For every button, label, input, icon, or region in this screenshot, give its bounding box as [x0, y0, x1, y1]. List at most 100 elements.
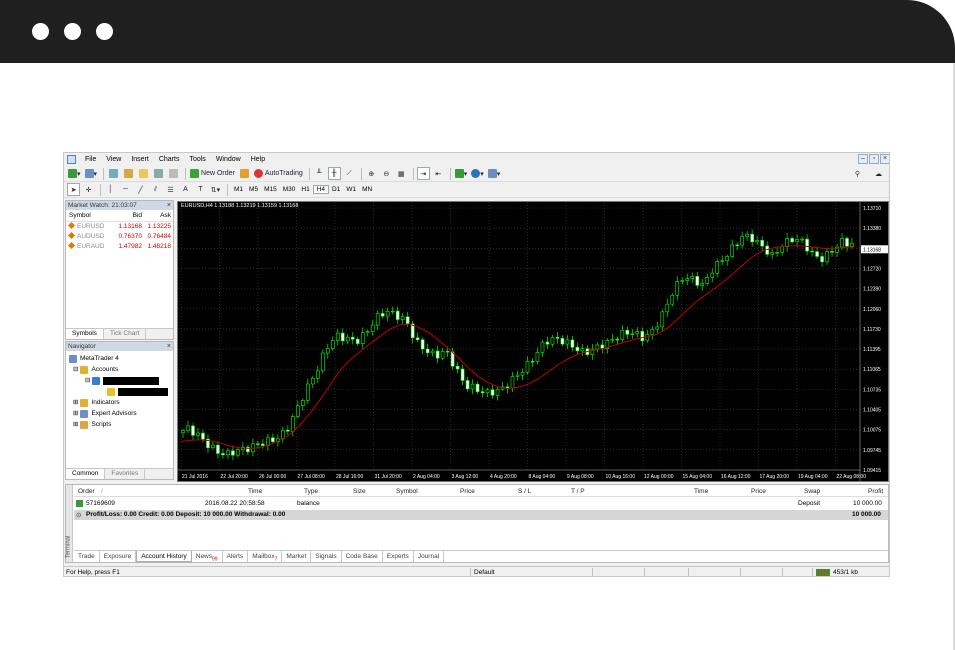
window-dot-icon[interactable] — [64, 23, 81, 40]
price-chart[interactable]: 1.137101.133801.130501.127201.123901.120… — [177, 201, 889, 482]
chart-shift-icon[interactable]: ⇥ — [416, 167, 430, 180]
tab-tick-chart[interactable]: Tick Chart — [104, 329, 147, 339]
tab-trade[interactable]: Trade — [74, 551, 100, 562]
text-label-icon[interactable]: T — [194, 183, 207, 196]
column-sl[interactable]: S / L — [518, 488, 531, 495]
zoom-in-icon[interactable]: ⊕ — [365, 167, 378, 180]
market-watch-icon[interactable] — [107, 167, 120, 180]
tab-account-history[interactable]: Account History — [136, 551, 192, 562]
collapse-icon[interactable]: ⊟ — [85, 375, 90, 386]
column-price[interactable]: Price — [460, 488, 475, 495]
new-order-button[interactable]: New Order — [189, 167, 236, 180]
timeframe-h1[interactable]: H1 — [298, 186, 312, 193]
new-chart-icon[interactable]: ▾ — [67, 167, 82, 180]
tab-exposure[interactable]: Exposure — [100, 551, 137, 562]
fibonacci-icon[interactable]: ☰ — [164, 183, 177, 196]
column-close-price[interactable]: Price — [751, 488, 766, 495]
tile-windows-icon[interactable]: ▦ — [395, 167, 408, 180]
expand-icon[interactable]: ⊞ — [73, 408, 78, 419]
collapse-icon[interactable]: ⊟ — [73, 364, 78, 375]
tab-code-base[interactable]: Code Base — [342, 551, 383, 562]
tab-favorites[interactable]: Favorites — [105, 469, 146, 479]
tree-account[interactable] — [69, 386, 173, 397]
menu-help[interactable]: Help — [246, 156, 270, 163]
tab-signals[interactable]: Signals — [311, 551, 342, 562]
timeframe-mn[interactable]: MN — [359, 186, 375, 193]
navigator-icon[interactable] — [137, 167, 150, 180]
market-watch-row[interactable]: EURAUD 1.47982 1.48218 — [66, 241, 173, 252]
menu-file[interactable]: File — [80, 156, 101, 163]
column-tp[interactable]: T / P — [571, 488, 585, 495]
tree-accounts[interactable]: ⊟ Accounts — [69, 364, 173, 375]
market-watch-row[interactable]: AUDUSD 0.76370 0.76484 — [66, 231, 173, 242]
tab-news[interactable]: News99 — [192, 551, 223, 562]
timeframe-h4[interactable]: H4 — [312, 185, 329, 194]
tab-mailbox[interactable]: Mailbox7 — [248, 551, 283, 562]
crosshair-icon[interactable]: ✛ — [82, 183, 95, 196]
data-window-icon[interactable] — [122, 167, 135, 180]
line-chart-icon[interactable]: ⟋ — [343, 167, 356, 180]
horizontal-line-icon[interactable]: ─ — [119, 183, 132, 196]
column-close-time[interactable]: Time — [694, 488, 708, 495]
column-profit[interactable]: Profit — [868, 488, 883, 495]
chart-svg[interactable]: 1.137101.133801.130501.127201.123901.120… — [178, 202, 888, 481]
close-icon[interactable]: × — [167, 201, 171, 210]
auto-scroll-icon[interactable]: ⇤ — [432, 167, 445, 180]
indicators-icon[interactable]: ▾ — [454, 167, 469, 180]
terminal-icon[interactable] — [152, 167, 165, 180]
menu-view[interactable]: View — [101, 156, 126, 163]
menu-window[interactable]: Window — [211, 156, 246, 163]
menu-insert[interactable]: Insert — [126, 156, 154, 163]
menu-charts[interactable]: Charts — [154, 156, 185, 163]
expand-icon[interactable]: ⊞ — [73, 419, 78, 430]
timeframe-d1[interactable]: D1 — [329, 186, 343, 193]
tab-common[interactable]: Common — [66, 469, 106, 479]
bar-chart-icon[interactable]: ╨ — [313, 167, 326, 180]
column-symbol[interactable]: Symbol — [66, 210, 112, 221]
menu-tools[interactable]: Tools — [184, 156, 210, 163]
column-swap[interactable]: Swap — [804, 488, 820, 495]
zoom-out-icon[interactable]: ⊖ — [380, 167, 393, 180]
tree-experts[interactable]: ⊞ Expert Advisors — [69, 408, 173, 419]
tree-scripts[interactable]: ⊞ Scripts — [69, 419, 173, 430]
table-row[interactable]: 57169609 2016.08.22 20:58:58 balance Dep… — [74, 499, 888, 509]
column-type[interactable]: Type — [304, 488, 318, 495]
cursor-icon[interactable]: ➤ — [67, 183, 80, 196]
chat-icon[interactable]: ☁ — [872, 167, 885, 180]
tree-server[interactable]: ⊟ — [69, 375, 173, 386]
auto-trading-button[interactable]: AutoTrading — [253, 167, 304, 180]
column-symbol[interactable]: Symbol — [396, 488, 418, 495]
tree-root[interactable]: MetaTrader 4 — [69, 353, 173, 364]
search-icon[interactable]: ⚲ — [851, 167, 864, 180]
candlestick-icon[interactable]: ╫ — [327, 167, 341, 180]
column-order[interactable]: Order — [78, 488, 95, 495]
tab-symbols[interactable]: Symbols — [66, 329, 104, 339]
minimize-icon[interactable]: – — [858, 154, 868, 164]
column-ask[interactable]: Ask — [144, 210, 173, 221]
tab-alerts[interactable]: Alerts — [223, 551, 249, 562]
arrows-icon[interactable]: ⇅▾ — [209, 183, 222, 196]
column-size[interactable]: Size — [353, 488, 366, 495]
market-watch-row[interactable]: EURUSD 1.13168 1.13225 — [66, 221, 173, 232]
metaeditor-icon[interactable] — [238, 167, 251, 180]
close-icon[interactable]: × — [880, 154, 889, 164]
window-dot-icon[interactable] — [32, 23, 49, 40]
timeframe-m5[interactable]: M5 — [246, 186, 261, 193]
tester-icon[interactable] — [167, 167, 180, 180]
timeframe-m1[interactable]: M1 — [231, 186, 246, 193]
restore-icon[interactable]: ▫ — [869, 154, 879, 164]
text-icon[interactable]: A — [179, 183, 192, 196]
tree-indicators[interactable]: ⊞ Indicators — [69, 397, 173, 408]
window-dot-icon[interactable] — [96, 23, 113, 40]
column-bid[interactable]: Bid — [112, 210, 144, 221]
templates-icon[interactable]: ▾ — [487, 167, 502, 180]
timeframe-m30[interactable]: M30 — [280, 186, 299, 193]
tab-journal[interactable]: Journal — [414, 551, 445, 562]
timeframe-w1[interactable]: W1 — [343, 186, 359, 193]
profiles-icon[interactable]: ▾ — [84, 167, 99, 180]
vertical-line-icon[interactable]: │ — [104, 183, 117, 196]
channel-icon[interactable]: ⫽ — [149, 183, 162, 196]
expand-icon[interactable]: ⊞ — [73, 397, 78, 408]
tab-market[interactable]: Market — [282, 551, 312, 562]
column-time[interactable]: Time — [248, 488, 262, 495]
